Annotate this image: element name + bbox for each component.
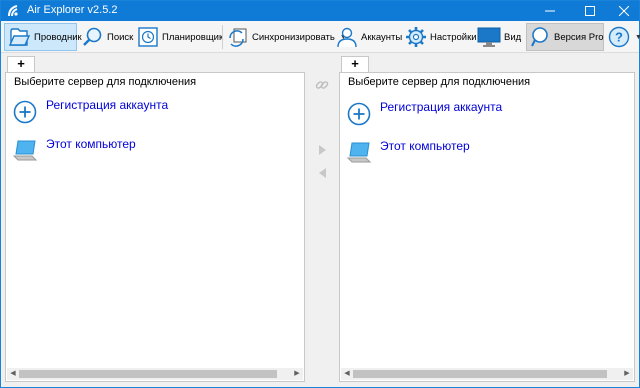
scheduler-label: Планировщик <box>162 31 224 43</box>
view-label: Вид <box>504 31 522 43</box>
pro-version-button[interactable]: Версия Pro ▼ <box>526 23 615 51</box>
pro-version-label: Версия Pro <box>554 31 604 43</box>
window-title: Air Explorer v2.5.2 <box>27 4 118 16</box>
right-register-account-label[interactable]: Регистрация аккаунта <box>380 100 502 114</box>
left-panel: Выберите сервер для подключения Регистра… <box>5 72 305 382</box>
right-panel: Выберите сервер для подключения Регистра… <box>339 72 635 382</box>
scroll-right-arrow-icon[interactable]: ▶ <box>621 368 633 380</box>
left-add-tab-button[interactable]: + <box>7 56 35 72</box>
svg-text:?: ? <box>615 30 623 45</box>
link-panels-icon[interactable] <box>315 78 329 92</box>
left-tabstrip: + <box>5 56 305 72</box>
right-horizontal-scrollbar[interactable]: ◀ ▶ <box>341 368 633 380</box>
add-account-icon <box>347 102 371 126</box>
pro-magnifier-icon <box>531 27 548 47</box>
title-bar[interactable]: Air Explorer v2.5.2 <box>1 1 639 21</box>
toolbar-separator <box>222 25 223 49</box>
help-icon: ? <box>608 26 630 48</box>
computer-icon <box>12 140 38 161</box>
search-icon <box>83 27 102 46</box>
air-explorer-logo-icon <box>7 4 21 18</box>
scroll-left-arrow-icon[interactable]: ◀ <box>341 368 353 380</box>
maximize-icon <box>585 6 595 16</box>
left-register-account-label[interactable]: Регистрация аккаунта <box>46 98 168 112</box>
right-this-computer-item[interactable]: Этот компьютер <box>346 139 470 165</box>
explorer-label: Проводник <box>34 31 82 43</box>
sync-button[interactable]: Синхронизировать ▼ <box>225 23 349 51</box>
explorer-button[interactable]: Проводник <box>4 23 82 51</box>
scroll-right-arrow-icon[interactable]: ▶ <box>291 368 303 380</box>
left-this-computer-item[interactable]: Этот компьютер <box>12 137 136 163</box>
right-panel-header: Выберите сервер для подключения <box>348 76 531 88</box>
close-button[interactable] <box>609 1 639 21</box>
left-scrollbar-thumb[interactable] <box>19 370 277 378</box>
right-tabstrip: + <box>339 56 635 72</box>
copy-right-arrow-icon[interactable] <box>318 144 327 156</box>
sync-label: Синхронизировать <box>252 31 335 43</box>
accounts-icon <box>337 27 357 48</box>
scheduler-icon <box>138 27 158 47</box>
toolbar: Проводник Поиск Планировщик Синхронизиро… <box>1 21 640 53</box>
settings-label: Настройки <box>430 31 477 43</box>
copy-left-arrow-icon[interactable] <box>318 167 327 179</box>
search-button[interactable]: Поиск <box>80 23 135 51</box>
search-label: Поиск <box>107 31 134 43</box>
monitor-icon <box>477 27 501 47</box>
help-dropdown-icon[interactable]: ▼ <box>635 34 640 41</box>
accounts-label: Аккаунты <box>361 31 403 43</box>
left-register-account-item[interactable]: Регистрация аккаунта <box>12 98 168 125</box>
maximize-button[interactable] <box>575 1 605 21</box>
left-panel-header: Выберите сервер для подключения <box>14 76 197 88</box>
left-horizontal-scrollbar[interactable]: ◀ ▶ <box>7 368 303 380</box>
computer-icon <box>346 142 372 163</box>
right-add-tab-button[interactable]: + <box>341 56 369 72</box>
minimize-icon <box>545 10 555 12</box>
settings-button[interactable]: Настройки <box>403 23 479 51</box>
scheduler-button[interactable]: Планировщик <box>135 23 225 51</box>
minimize-button[interactable] <box>535 1 565 21</box>
help-button[interactable]: ? ▼ <box>606 23 640 51</box>
sync-icon <box>229 28 247 47</box>
left-this-computer-label[interactable]: Этот компьютер <box>46 137 136 151</box>
accounts-button[interactable]: Аккаунты <box>334 23 404 51</box>
explorer-icon <box>8 28 31 46</box>
right-this-computer-label[interactable]: Этот компьютер <box>380 139 470 153</box>
right-register-account-item[interactable]: Регистрация аккаунта <box>346 100 502 127</box>
gear-icon <box>406 27 426 47</box>
scroll-left-arrow-icon[interactable]: ◀ <box>7 368 19 380</box>
add-account-icon <box>13 100 37 124</box>
app-window: Air Explorer v2.5.2 Проводник Поиск План… <box>0 0 640 388</box>
right-scrollbar-thumb[interactable] <box>353 370 607 378</box>
close-icon <box>619 6 629 16</box>
